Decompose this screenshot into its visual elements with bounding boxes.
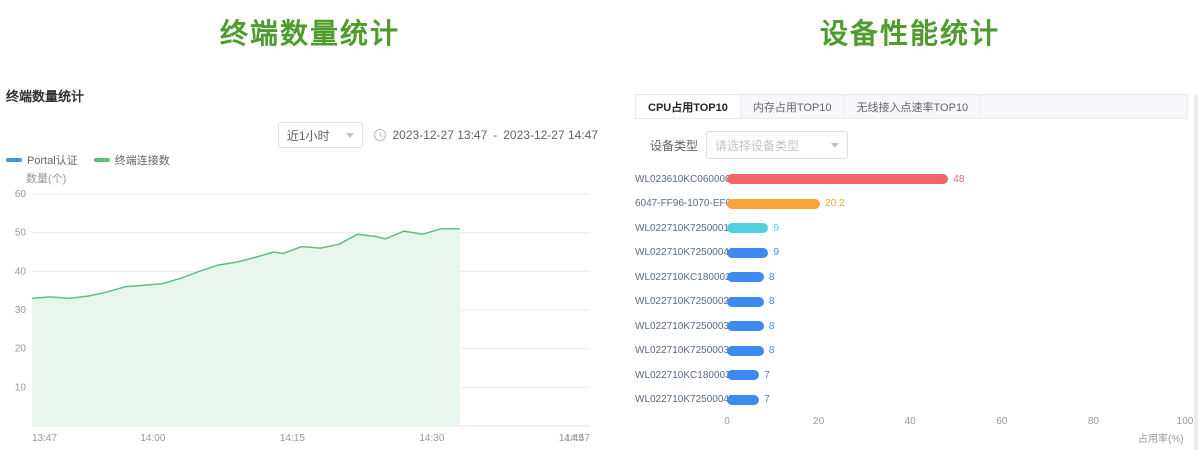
bar-category-label: WL022710K725000470 <box>635 394 727 405</box>
x-axis-unit-label: 占用率(%) <box>1138 430 1184 445</box>
bar-row: WL022710K725000470 7 <box>635 388 1188 413</box>
bar-row: WL022710KC18000280 8 <box>635 265 1188 290</box>
y-tick-label: 40 <box>15 266 27 277</box>
bar <box>727 174 948 184</box>
x-tick-label: 20 <box>813 416 824 427</box>
time-range-select[interactable]: 近1小时 <box>278 122 363 148</box>
bar-category-label: WL022710K725000409 <box>635 247 727 258</box>
left-chart-controls: 近1小时 2023-12-27 13:47 - 2023-12-27 14:47 <box>0 122 598 148</box>
bar-category-label: WL022710K725000102 <box>635 223 727 234</box>
y-tick-label: 20 <box>15 344 27 355</box>
bar-value-label: 20.2 <box>825 198 844 209</box>
device-type-label: 设备类型 <box>650 137 698 154</box>
x-tick-label: 14:30 <box>419 433 444 444</box>
y-tick-label: 60 <box>15 189 27 200</box>
y-tick-label: 10 <box>15 382 27 393</box>
legend-item-terminal[interactable]: 终端连接数 <box>94 152 170 168</box>
bar-value-label: 9 <box>773 247 779 258</box>
performance-tabs: CPU占用TOP10 内存占用TOP10 无线接入点速率TOP10 <box>635 94 1188 119</box>
date-end: 2023-12-27 14:47 <box>503 128 598 142</box>
time-range-value: 近1小时 <box>287 127 330 144</box>
bar-row: WL022710K725000272 8 <box>635 290 1188 315</box>
bar <box>727 370 759 380</box>
y-tick-label: 30 <box>15 305 27 316</box>
bar-category-label: WL022710K725000307 <box>635 321 727 332</box>
bar-row: WL022710K725000307 8 <box>635 314 1188 339</box>
bar-row: WL022710KC18000372 7 <box>635 363 1188 388</box>
tab-memory-top10[interactable]: 内存占用TOP10 <box>741 95 845 118</box>
scrollbar[interactable] <box>1194 95 1198 450</box>
bar-category-label: 6047-FF96-1070-EF0A <box>635 198 727 209</box>
bar-row: WL023610KC06000043 48 <box>635 167 1188 192</box>
bar-row: WL022710K725000369 8 <box>635 339 1188 364</box>
bar <box>727 272 764 282</box>
bar-value-label: 48 <box>953 174 964 185</box>
legend-label-portal: Portal认证 <box>27 152 78 168</box>
x-tick-label: 0 <box>724 416 730 427</box>
y-tick-label: 50 <box>15 228 27 239</box>
legend-marker-terminal <box>94 158 110 162</box>
x-tick-label: 14:47 <box>565 433 590 444</box>
bar-chart-x-axis: 020406080100 <box>727 416 1185 430</box>
cpu-usage-bar-chart: WL023610KC06000043 48 6047-FF96-1070-EF0A 2… <box>635 167 1188 412</box>
chevron-down-icon <box>346 133 354 138</box>
left-page-title: 终端数量统计 <box>0 12 620 52</box>
bar-value-label: 8 <box>769 296 775 307</box>
date-range-picker[interactable]: 2023-12-27 13:47 - 2023-12-27 14:47 <box>373 128 599 142</box>
bar-value-label: 8 <box>769 321 775 332</box>
date-separator: - <box>493 128 497 142</box>
bar-value-label: 8 <box>769 345 775 356</box>
bar <box>727 223 768 233</box>
x-tick-label: 14:15 <box>280 433 305 444</box>
x-tick-label: 13:47 <box>32 433 57 444</box>
legend-label-terminal: 终端连接数 <box>115 152 170 168</box>
bar <box>727 321 764 331</box>
date-start: 2023-12-27 13:47 <box>393 128 488 142</box>
bar-category-label: WL022710KC18000280 <box>635 272 727 283</box>
device-type-select[interactable]: 请选择设备类型 <box>706 131 848 159</box>
bar-category-label: WL023610KC06000043 <box>635 174 727 185</box>
x-tick-label: 80 <box>1088 416 1099 427</box>
tab-cpu-top10[interactable]: CPU占用TOP10 <box>636 95 741 118</box>
bar-category-label: WL022710KC18000372 <box>635 370 727 381</box>
bar-value-label: 7 <box>764 370 770 381</box>
x-tick-label: 60 <box>996 416 1007 427</box>
chevron-down-icon <box>831 143 839 148</box>
bar <box>727 346 764 356</box>
bar <box>727 395 759 405</box>
terminal-count-line-chart: 10203040506013:4714:0014:1514:3014:4514:… <box>4 184 598 448</box>
tab-ap-rate-top10[interactable]: 无线接入点速率TOP10 <box>845 95 982 118</box>
bar-value-label: 7 <box>764 394 770 405</box>
x-tick-label: 14:00 <box>140 433 165 444</box>
device-type-filter: 设备类型 请选择设备类型 <box>650 131 848 159</box>
right-page-title: 设备性能统计 <box>620 12 1200 52</box>
left-card-title: 终端数量统计 <box>6 86 84 105</box>
bar <box>727 297 764 307</box>
device-type-placeholder: 请选择设备类型 <box>715 137 799 154</box>
area-series-fill <box>32 229 460 426</box>
bar <box>727 248 768 258</box>
bar-category-label: WL022710K725000369 <box>635 345 727 356</box>
bar-value-label: 8 <box>769 272 775 283</box>
bar-category-label: WL022710K725000272 <box>635 296 727 307</box>
bar-row: WL022710K725000102 9 <box>635 216 1188 241</box>
legend-item-portal[interactable]: Portal认证 <box>6 152 78 168</box>
clock-icon <box>373 128 387 142</box>
bar <box>727 199 820 209</box>
x-tick-label: 100 <box>1177 416 1194 427</box>
line-chart-legend: Portal认证 终端连接数 <box>6 152 170 168</box>
dashboard: 终端数量统计 终端数量统计 近1小时 2023-12-27 13:47 - 20… <box>0 0 1200 456</box>
bar-row: WL022710K725000409 9 <box>635 241 1188 266</box>
legend-marker-portal <box>6 158 22 162</box>
x-tick-label: 40 <box>905 416 916 427</box>
bar-row: 6047-FF96-1070-EF0A 20.2 <box>635 192 1188 217</box>
bar-value-label: 9 <box>773 223 779 234</box>
